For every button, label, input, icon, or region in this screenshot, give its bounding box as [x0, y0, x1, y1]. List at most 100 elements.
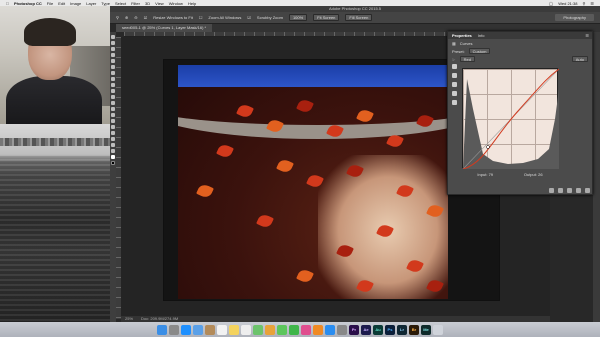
- tab-info[interactable]: Info: [478, 33, 485, 38]
- maps-icon[interactable]: [253, 324, 263, 335]
- photoshop-icon[interactable]: Ps: [385, 324, 395, 335]
- messages-icon[interactable]: [277, 324, 287, 335]
- photos-icon[interactable]: [265, 324, 275, 335]
- gradient-tool-icon[interactable]: [111, 101, 115, 105]
- view-previous-icon[interactable]: [558, 187, 563, 193]
- menu-3d[interactable]: 3D: [145, 1, 150, 6]
- fit-screen-button[interactable]: Fit Screen: [313, 14, 340, 21]
- ibooks-icon[interactable]: [313, 324, 323, 335]
- dodge-tool-icon[interactable]: [111, 113, 115, 117]
- search-icon[interactable]: ⚲: [582, 1, 585, 6]
- white-point-eyedropper-icon[interactable]: [451, 100, 457, 105]
- crop-tool-icon[interactable]: [111, 59, 115, 63]
- menu-select[interactable]: Select: [115, 1, 126, 6]
- eyedropper-tool-icon[interactable]: [111, 65, 115, 69]
- clock[interactable]: Wed 21:38: [558, 1, 577, 6]
- marquee-tool-icon[interactable]: [111, 41, 115, 45]
- bridge-icon[interactable]: Br: [409, 324, 419, 335]
- lasso-tool-icon[interactable]: [111, 47, 115, 51]
- menu-view[interactable]: View: [155, 1, 164, 6]
- menu-edit[interactable]: Edit: [58, 1, 65, 6]
- panel-dock-strip[interactable]: [593, 32, 600, 322]
- menu-window[interactable]: Window: [169, 1, 183, 6]
- delete-icon[interactable]: [585, 187, 590, 193]
- calendar-icon[interactable]: [217, 324, 227, 335]
- scrubby-zoom-checkbox[interactable]: ☑: [247, 15, 251, 20]
- on-image-adjust-icon[interactable]: ☞: [452, 57, 456, 62]
- healing-brush-tool-icon[interactable]: [111, 71, 115, 75]
- preset-label: Preset:: [452, 48, 465, 54]
- brush-tool-icon[interactable]: [111, 77, 115, 81]
- reset-icon[interactable]: [567, 187, 572, 193]
- visibility-icon[interactable]: [576, 187, 581, 193]
- panel-menu-icon[interactable]: ☰: [585, 33, 589, 38]
- after-effects-icon[interactable]: Ae: [361, 324, 371, 335]
- fill-screen-button[interactable]: Fill Screen: [345, 14, 373, 21]
- blur-tool-icon[interactable]: [111, 107, 115, 111]
- output-value[interactable]: 26: [538, 172, 542, 177]
- history-brush-tool-icon[interactable]: [111, 89, 115, 93]
- lightroom-icon[interactable]: Lr: [397, 324, 407, 335]
- menu-list-icon[interactable]: ☰: [590, 1, 594, 6]
- workspace-select[interactable]: Photography: [555, 14, 594, 21]
- facetime-icon[interactable]: [289, 324, 299, 335]
- menu-help[interactable]: Help: [188, 1, 196, 6]
- background-color-swatch[interactable]: [111, 161, 115, 165]
- clip-to-layer-icon[interactable]: [549, 187, 554, 193]
- scrubby-zoom-label: Scrubby Zoom: [256, 15, 283, 20]
- pen-tool-icon[interactable]: [111, 119, 115, 123]
- system-preferences-icon[interactable]: [337, 324, 347, 335]
- resize-windows-checkbox[interactable]: ☑: [144, 15, 148, 20]
- hand-tool-icon[interactable]: [111, 143, 115, 147]
- mail-icon[interactable]: [193, 324, 203, 335]
- zoom-tool-icon[interactable]: ⚲: [116, 15, 119, 20]
- clone-stamp-tool-icon[interactable]: [111, 83, 115, 87]
- path-select-tool-icon[interactable]: [111, 131, 115, 135]
- premiere-icon[interactable]: Pr: [349, 324, 359, 335]
- itunes-icon[interactable]: [301, 324, 311, 335]
- menu-filter[interactable]: Filter: [131, 1, 140, 6]
- zoom-out-icon[interactable]: ⊖: [134, 15, 137, 20]
- zoom-in-icon[interactable]: ⊕: [125, 15, 128, 20]
- tab-properties[interactable]: Properties: [452, 33, 472, 38]
- pencil-curve-tool-icon[interactable]: [451, 73, 457, 78]
- foreground-color-swatch[interactable]: [111, 155, 115, 159]
- quick-select-tool-icon[interactable]: [111, 53, 115, 57]
- menu-type[interactable]: Type: [101, 1, 110, 6]
- document-tab[interactable]: seed005-1 @ 25% (Curves 1, Layer Mask/16…: [116, 24, 213, 32]
- eraser-tool-icon[interactable]: [111, 95, 115, 99]
- media-encoder-icon[interactable]: Me: [421, 324, 431, 335]
- curve-point-tool-icon[interactable]: [451, 64, 457, 69]
- black-point-eyedropper-icon[interactable]: [451, 82, 457, 87]
- input-value[interactable]: 79: [489, 172, 493, 177]
- zoom-all-checkbox[interactable]: ☐: [199, 15, 203, 20]
- finder-icon[interactable]: [157, 324, 167, 335]
- menu-app-name[interactable]: Photoshop CC: [14, 1, 42, 6]
- move-tool-icon[interactable]: [111, 35, 115, 39]
- notes-icon[interactable]: [229, 324, 239, 335]
- gray-point-eyedropper-icon[interactable]: [451, 91, 457, 96]
- preset-select[interactable]: Custom: [468, 48, 491, 54]
- wifi-icon[interactable]: ◯: [549, 1, 553, 6]
- curves-graph[interactable]: [462, 68, 559, 169]
- safari-icon[interactable]: [181, 324, 191, 335]
- launchpad-icon[interactable]: [169, 324, 179, 335]
- auto-button[interactable]: Auto: [571, 56, 588, 62]
- menu-layer[interactable]: Layer: [86, 1, 96, 6]
- trash-icon[interactable]: [433, 324, 443, 335]
- audition-icon[interactable]: Au: [373, 324, 383, 335]
- water-waves: [0, 154, 110, 337]
- zoom-tool-button-icon[interactable]: [111, 149, 115, 153]
- apple-icon[interactable]: : [6, 1, 9, 6]
- zoom-100-button[interactable]: 100%: [288, 14, 308, 21]
- app-store-icon[interactable]: [325, 324, 335, 335]
- shape-tool-icon[interactable]: [111, 137, 115, 141]
- menu-file[interactable]: File: [47, 1, 53, 6]
- type-tool-icon[interactable]: [111, 125, 115, 129]
- document-image[interactable]: [178, 65, 448, 299]
- curve-control-point[interactable]: [486, 145, 490, 149]
- menu-image[interactable]: Image: [70, 1, 81, 6]
- reminders-icon[interactable]: [241, 324, 251, 335]
- contacts-icon[interactable]: [205, 324, 215, 335]
- channel-select[interactable]: Red: [459, 56, 475, 62]
